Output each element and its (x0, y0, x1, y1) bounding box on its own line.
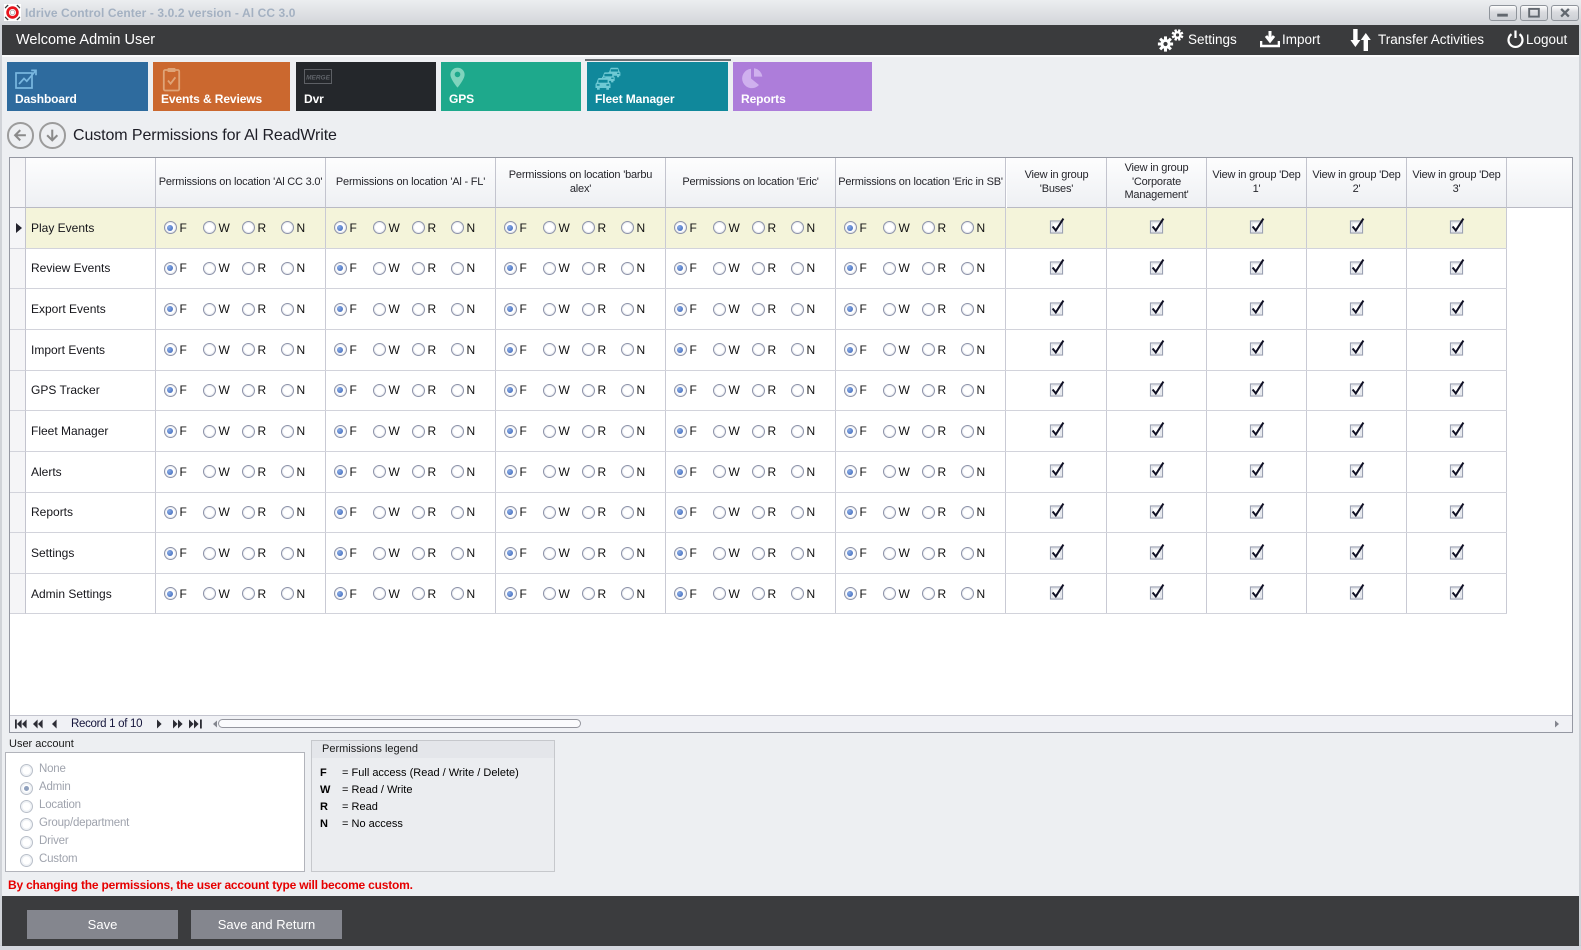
svg-text:MERGE: MERGE (306, 75, 331, 82)
